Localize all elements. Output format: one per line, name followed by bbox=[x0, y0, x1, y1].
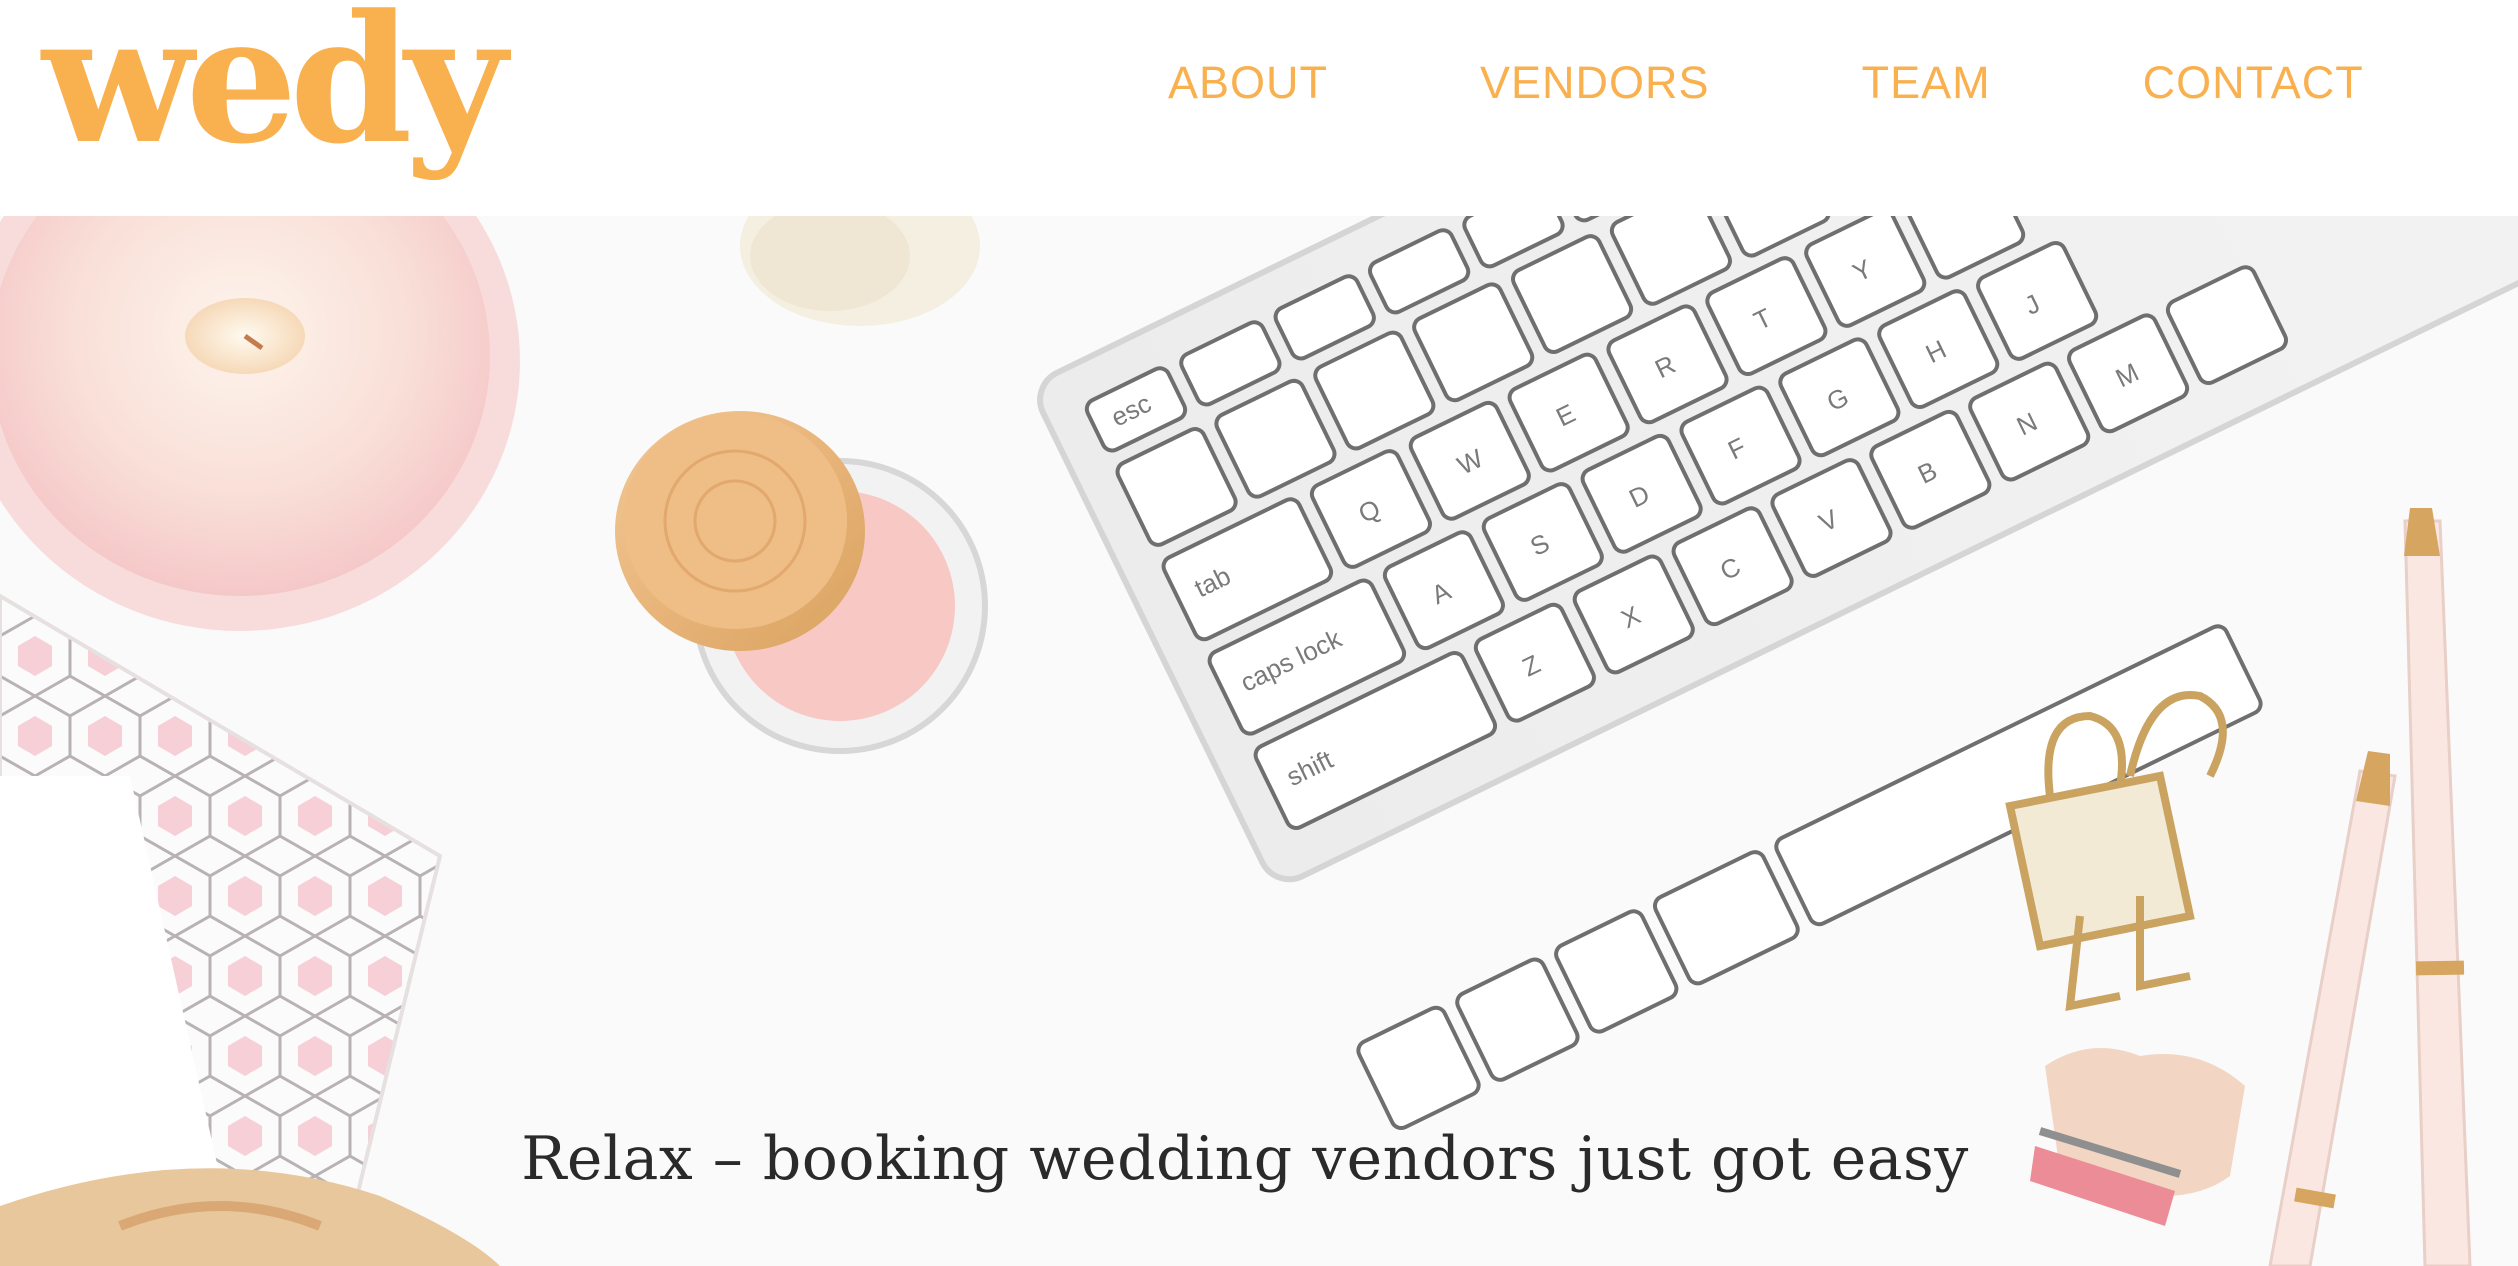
hero-illustration: esc tab caps lock shift Q W E R T Y A S … bbox=[0, 216, 2518, 1266]
nav-item-team[interactable]: TEAM bbox=[1862, 60, 1991, 105]
nav-item-contact[interactable]: CONTACT bbox=[2143, 60, 2364, 105]
hero-tagline: Relax – booking wedding vendors just got… bbox=[521, 1124, 1969, 1194]
site-header: wedy ABOUT VENDORS TEAM CONTACT bbox=[0, 0, 2518, 216]
logo[interactable]: wedy bbox=[42, 0, 507, 168]
hero-image: esc tab caps lock shift Q W E R T Y A S … bbox=[0, 216, 2518, 1266]
nav-item-vendors[interactable]: VENDORS bbox=[1480, 60, 1710, 105]
page: wedy ABOUT VENDORS TEAM CONTACT esc tab … bbox=[0, 0, 2518, 1266]
nav-item-about[interactable]: ABOUT bbox=[1168, 60, 1328, 105]
main-nav: ABOUT VENDORS TEAM CONTACT bbox=[1140, 60, 2364, 105]
